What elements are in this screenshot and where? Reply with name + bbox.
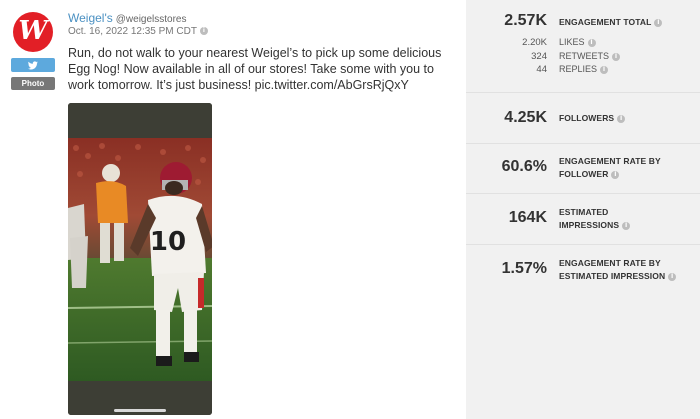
divider bbox=[466, 143, 700, 144]
info-icon[interactable]: i bbox=[611, 170, 620, 179]
weigels-avatar[interactable]: W bbox=[13, 12, 53, 52]
engagement-rate-impression-label-line2: ESTIMATED IMPRESSION bbox=[559, 271, 666, 281]
engagement-rate-follower-label-line2: FOLLOWER bbox=[559, 169, 609, 179]
divider bbox=[466, 92, 700, 93]
engagement-rate-follower-label-line1: ENGAGEMENT RATE BY bbox=[559, 156, 661, 166]
stats-panel: 2.57K ENGAGEMENT TOTAL i 2.20K LIKES i 324… bbox=[466, 0, 700, 419]
engagement-total-label: ENGAGEMENT TOTAL i bbox=[559, 16, 663, 29]
info-icon[interactable]: i bbox=[617, 114, 626, 123]
avatar-letter: W bbox=[18, 16, 48, 46]
engagement-rate-follower-label: ENGAGEMENT RATE BY FOLLOWER i bbox=[559, 155, 661, 181]
replies-value: 44 bbox=[536, 64, 547, 75]
engagement-rate-follower-value: 60.6% bbox=[501, 158, 547, 175]
estimated-impressions-label: ESTIMATED IMPRESSIONS i bbox=[559, 206, 631, 232]
engagement-rate-impression-label: ENGAGEMENT RATE BY ESTIMATED IMPRESSION i bbox=[559, 257, 677, 283]
replies-label: REPLIES i bbox=[559, 64, 609, 75]
tweet-date-text: Oct. 16, 2022 12:35 PM CDT bbox=[68, 26, 197, 37]
estimated-impressions-value: 164K bbox=[508, 209, 547, 226]
tweet-header: Weigel's @weigelsstores bbox=[68, 11, 187, 25]
tweet-media[interactable]: 10 bbox=[68, 103, 212, 415]
football-player-photo: 10 bbox=[68, 138, 212, 381]
engagement-total-value: 2.57K bbox=[504, 12, 547, 29]
estimated-impressions-label-line1: ESTIMATED bbox=[559, 207, 609, 217]
engagement-total-label-text: ENGAGEMENT TOTAL bbox=[559, 17, 652, 27]
likes-value: 2.20K bbox=[522, 37, 547, 48]
info-icon[interactable]: i bbox=[654, 18, 663, 27]
photo-badge: Photo bbox=[11, 77, 55, 90]
info-icon[interactable]: i bbox=[612, 52, 621, 61]
replies-label-text: REPLIES bbox=[559, 64, 598, 74]
followers-label-text: FOLLOWERS bbox=[559, 113, 615, 123]
author-handle: @weigelsstores bbox=[115, 14, 187, 25]
info-icon[interactable]: i bbox=[199, 27, 208, 36]
likes-label: LIKES i bbox=[559, 37, 596, 48]
retweets-value: 324 bbox=[531, 51, 547, 62]
divider bbox=[466, 244, 700, 245]
retweets-label: RETWEETS i bbox=[559, 51, 621, 62]
followers-label: FOLLOWERS i bbox=[559, 112, 626, 125]
info-icon[interactable]: i bbox=[622, 221, 631, 230]
estimated-impressions-label-line2: IMPRESSIONS bbox=[559, 220, 620, 230]
twitter-button[interactable] bbox=[11, 58, 55, 72]
tweet-date: Oct. 16, 2022 12:35 PM CDT i bbox=[68, 26, 208, 37]
tweet-panel: W Photo Weigel's @weigelsstores Oct. 16, … bbox=[0, 0, 466, 419]
likes-label-text: LIKES bbox=[559, 37, 585, 47]
home-indicator-bar bbox=[114, 409, 166, 412]
tweet-text: Run, do not walk to your nearest Weigel’… bbox=[68, 46, 442, 92]
author-name-link[interactable]: Weigel's bbox=[68, 11, 113, 25]
jersey-number: 10 bbox=[150, 227, 186, 257]
info-icon[interactable]: i bbox=[668, 272, 677, 281]
twitter-bird-icon bbox=[28, 60, 38, 69]
engagement-rate-impression-label-line1: ENGAGEMENT RATE BY bbox=[559, 258, 661, 268]
engagement-rate-impression-value: 1.57% bbox=[501, 260, 547, 277]
info-icon[interactable]: i bbox=[600, 65, 609, 74]
info-icon[interactable]: i bbox=[587, 38, 596, 47]
divider bbox=[466, 193, 700, 194]
followers-value: 4.25K bbox=[504, 109, 547, 126]
retweets-label-text: RETWEETS bbox=[559, 51, 610, 61]
media-top-bar bbox=[68, 103, 212, 138]
